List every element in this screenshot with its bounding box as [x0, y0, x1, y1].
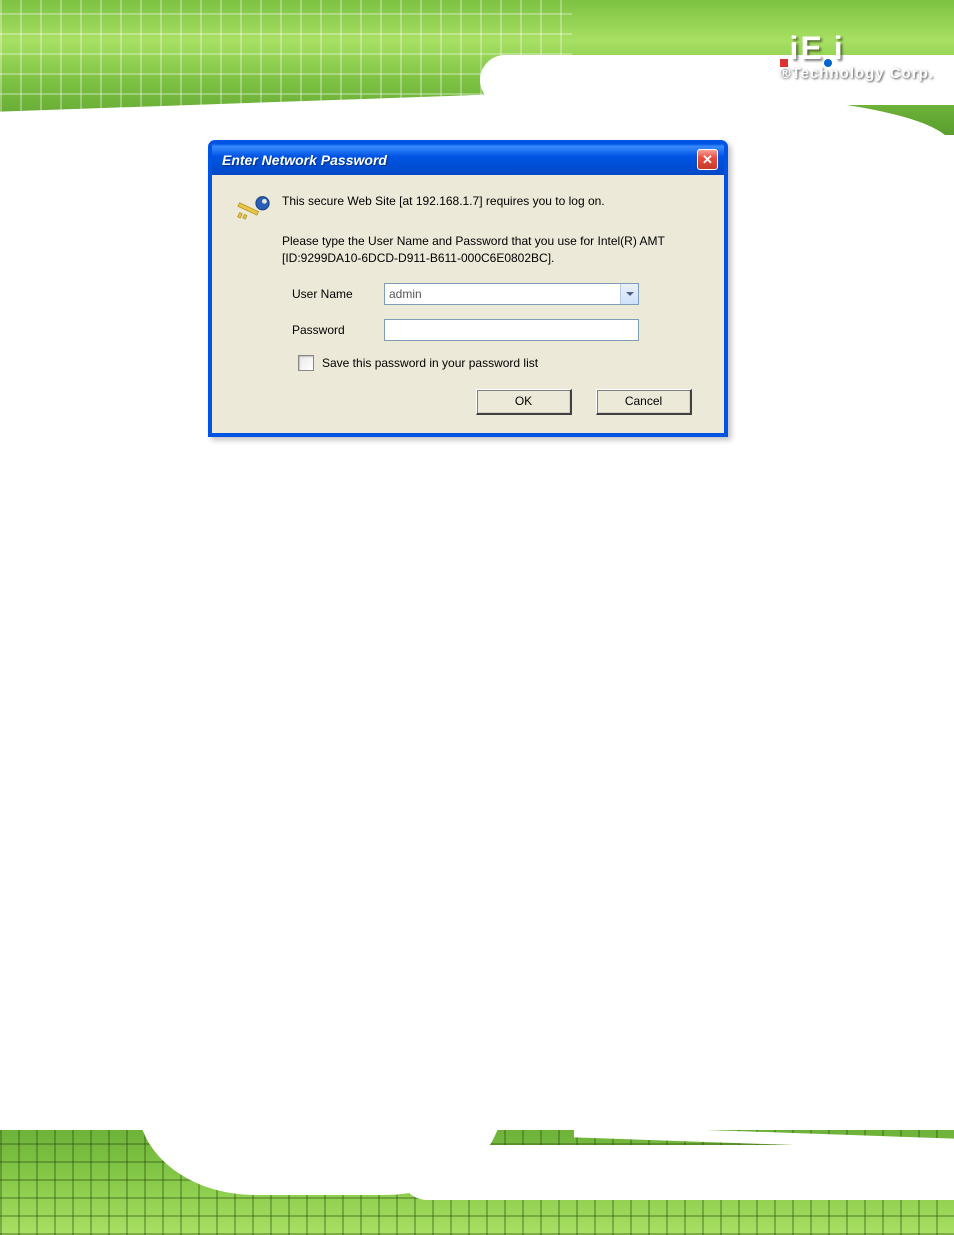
close-button[interactable]: ✕ [697, 149, 718, 170]
dialog-button-row: OK Cancel [234, 389, 702, 415]
key-icon [234, 193, 272, 223]
enter-network-password-dialog: Enter Network Password ✕ This secure Web… [208, 140, 728, 437]
logo-letter-i: i [790, 30, 799, 67]
decorative-swoosh [400, 1145, 954, 1200]
dialog-message-2: Please type the User Name and Password t… [282, 233, 702, 267]
page-header-banner: i E i ®Technology Corp. [0, 0, 954, 135]
username-combobox[interactable] [384, 283, 639, 305]
dialog-message-1: This secure Web Site [at 192.168.1.7] re… [282, 193, 605, 210]
password-label: Password [292, 323, 384, 337]
username-dropdown-button[interactable] [620, 284, 638, 304]
logo-letter-e: E [800, 30, 821, 67]
dialog-titlebar[interactable]: Enter Network Password ✕ [212, 144, 724, 175]
username-input[interactable] [385, 284, 620, 304]
password-input[interactable] [384, 319, 639, 341]
cancel-button[interactable]: Cancel [596, 389, 692, 415]
ok-button[interactable]: OK [476, 389, 572, 415]
logo-mark: i E i [780, 30, 934, 67]
brand-logo: i E i ®Technology Corp. [780, 30, 934, 82]
password-row: Password [292, 319, 702, 341]
dialog-title: Enter Network Password [222, 152, 387, 168]
brand-tagline: ®Technology Corp. [780, 65, 934, 82]
username-label: User Name [292, 287, 384, 301]
save-password-row: Save this password in your password list [298, 355, 702, 371]
username-row: User Name [292, 283, 702, 305]
save-password-checkbox[interactable] [298, 355, 314, 371]
save-password-label: Save this password in your password list [322, 356, 538, 370]
logo-letter-i2: i [834, 30, 843, 67]
page-footer-banner [0, 1090, 954, 1235]
dialog-body: This secure Web Site [at 192.168.1.7] re… [212, 175, 724, 433]
close-icon: ✕ [702, 152, 713, 168]
message-row-1: This secure Web Site [at 192.168.1.7] re… [234, 193, 702, 223]
dialog-container: Enter Network Password ✕ This secure Web… [208, 140, 728, 437]
